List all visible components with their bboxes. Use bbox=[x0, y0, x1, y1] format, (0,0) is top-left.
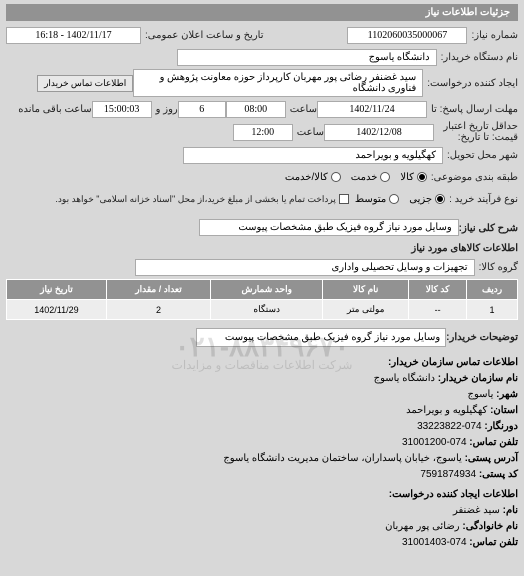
cell-name: مولتی متر bbox=[323, 300, 409, 320]
goods-section-header: اطلاعات کالاهای مورد نیاز bbox=[6, 243, 518, 254]
valid-date: 1402/12/08 bbox=[324, 124, 434, 141]
city-value: یاسوج bbox=[468, 389, 494, 400]
days-remain: 6 bbox=[178, 101, 226, 118]
contact-phone: 074-33223822 bbox=[417, 421, 482, 432]
desc-value: وسایل مورد نیاز گروه فیزیک طبق مشخصات پی… bbox=[199, 219, 459, 236]
contact-fax: 074-31001200 bbox=[402, 437, 467, 448]
th-name: نام کالا bbox=[323, 280, 409, 300]
postal-label: کد پستی: bbox=[479, 469, 518, 480]
contact-info-button[interactable]: اطلاعات تماس خریدار bbox=[37, 75, 133, 92]
cell-qty: 2 bbox=[106, 300, 210, 320]
org-name: دانشگاه یاسوج bbox=[374, 373, 435, 384]
radio-goods[interactable] bbox=[417, 172, 427, 182]
delivery-city-value: کهگیلویه و بویراحمد bbox=[183, 147, 443, 164]
cell-unit: دستگاه bbox=[211, 300, 323, 320]
req-creator-section: اطلاعات ایجاد کننده درخواست: bbox=[6, 487, 518, 503]
contact-section-title: اطلاعات تماس سازمان خریدار: bbox=[6, 355, 518, 371]
creator-tel-label: تلفن تماس: bbox=[469, 537, 518, 548]
buyer-org-label: نام دستگاه خریدار: bbox=[441, 52, 518, 63]
th-idx: ردیف bbox=[467, 280, 518, 300]
req-no-value: 1102060035000067 bbox=[347, 27, 467, 44]
deadline-label: مهلت ارسال پاسخ: تا bbox=[431, 104, 518, 115]
cell-date: 1402/11/29 bbox=[7, 300, 107, 320]
address-value: یاسوج، خیابان پاسداران، ساختمان مدیریت د… bbox=[223, 453, 461, 464]
th-unit: واحد شمارش bbox=[211, 280, 323, 300]
deadline-time: 08:00 bbox=[226, 101, 286, 118]
postal-value: 7591874934 bbox=[420, 469, 476, 480]
th-date: تاریخ نیاز bbox=[7, 280, 107, 300]
cell-idx: 1 bbox=[467, 300, 518, 320]
th-code: کد کالا bbox=[409, 280, 467, 300]
radio-minor-label: جزیی bbox=[409, 194, 432, 205]
delivery-city-label: شهر محل تحویل: bbox=[447, 150, 518, 161]
radio-medium-label: متوسط bbox=[355, 194, 386, 205]
announce-value: 1402/11/17 - 16:18 bbox=[6, 27, 141, 44]
valid-time-label: ساعت bbox=[297, 127, 324, 138]
cell-code: -- bbox=[409, 300, 467, 320]
creator-name: سید غضنفر bbox=[453, 505, 500, 516]
valid-time: 12:00 bbox=[233, 124, 293, 141]
buyer-desc-label: توضیحات خریدار: bbox=[446, 332, 518, 343]
remain-label: ساعت باقی مانده bbox=[18, 104, 91, 115]
process-label: نوع فرآیند خرید : bbox=[449, 194, 518, 205]
process-note: پرداخت تمام یا بخشی از مبلغ خرید،از محل … bbox=[55, 194, 335, 205]
goods-table: ردیف کد کالا نام کالا واحد شمارش تعداد /… bbox=[6, 279, 518, 320]
table-row: 1 -- مولتی متر دستگاه 2 1402/11/29 bbox=[7, 300, 518, 320]
treasury-checkbox[interactable] bbox=[339, 194, 349, 204]
org-name-label: نام سازمان خریدار: bbox=[438, 373, 518, 384]
requester-value: سید غضنفر رضائی پور مهربان کارپرداز حوزه… bbox=[133, 69, 423, 97]
creator-tel: 074-31001403 bbox=[402, 537, 467, 548]
province-label: استان: bbox=[490, 405, 518, 416]
announce-label: تاریخ و ساعت اعلان عمومی: bbox=[145, 30, 264, 41]
hours-remain: 15:00:03 bbox=[92, 101, 152, 118]
time-label: ساعت bbox=[290, 104, 317, 115]
creator-lname-label: نام خانوادگی: bbox=[462, 521, 518, 532]
contact-phone-label: دورنگار: bbox=[484, 421, 518, 432]
and-label: روز و bbox=[156, 104, 178, 115]
radio-both[interactable] bbox=[331, 172, 341, 182]
contact-fax-label: تلفن تماس: bbox=[469, 437, 518, 448]
valid-until-label: حداقل تاریخ اعتبار قیمت: تا تاریخ: bbox=[438, 121, 518, 143]
process-radio-group: جزیی متوسط bbox=[355, 194, 445, 205]
desc-label: شرح کلی نیاز: bbox=[459, 223, 518, 234]
panel-header: جزئیات اطلاعات نیاز bbox=[6, 4, 518, 21]
group-value: تجهیزات و وسایل تحصیلی واداری bbox=[135, 259, 475, 276]
creator-name-label: نام: bbox=[503, 505, 518, 516]
address-label: آدرس پستی: bbox=[465, 453, 518, 464]
radio-service-label: خدمت bbox=[351, 172, 378, 183]
requester-label: ایجاد کننده درخواست: bbox=[427, 78, 518, 89]
creator-lname: رضائی پور مهربان bbox=[385, 521, 459, 532]
radio-both-label: کالا/خدمت bbox=[285, 172, 328, 183]
subject-type-radio-group: کالا خدمت کالا/خدمت bbox=[285, 172, 427, 183]
req-no-label: شماره نیاز: bbox=[471, 30, 518, 41]
radio-medium[interactable] bbox=[389, 194, 399, 204]
buyer-desc-value: وسایل مورد نیاز گروه فیزیک طبق مشخصات پی… bbox=[196, 328, 446, 347]
subject-type-label: طبقه بندی موضوعی: bbox=[431, 172, 518, 183]
city-label: شهر: bbox=[496, 389, 518, 400]
radio-goods-label: کالا bbox=[400, 172, 414, 183]
province-value: کهگیلویه و بویراحمد bbox=[406, 405, 487, 416]
th-qty: تعداد / مقدار bbox=[106, 280, 210, 300]
buyer-org-value: دانشگاه یاسوج bbox=[177, 49, 437, 66]
deadline-date: 1402/11/24 bbox=[317, 101, 427, 118]
group-label: گروه کالا: bbox=[479, 262, 518, 273]
radio-service[interactable] bbox=[380, 172, 390, 182]
radio-minor[interactable] bbox=[435, 194, 445, 204]
